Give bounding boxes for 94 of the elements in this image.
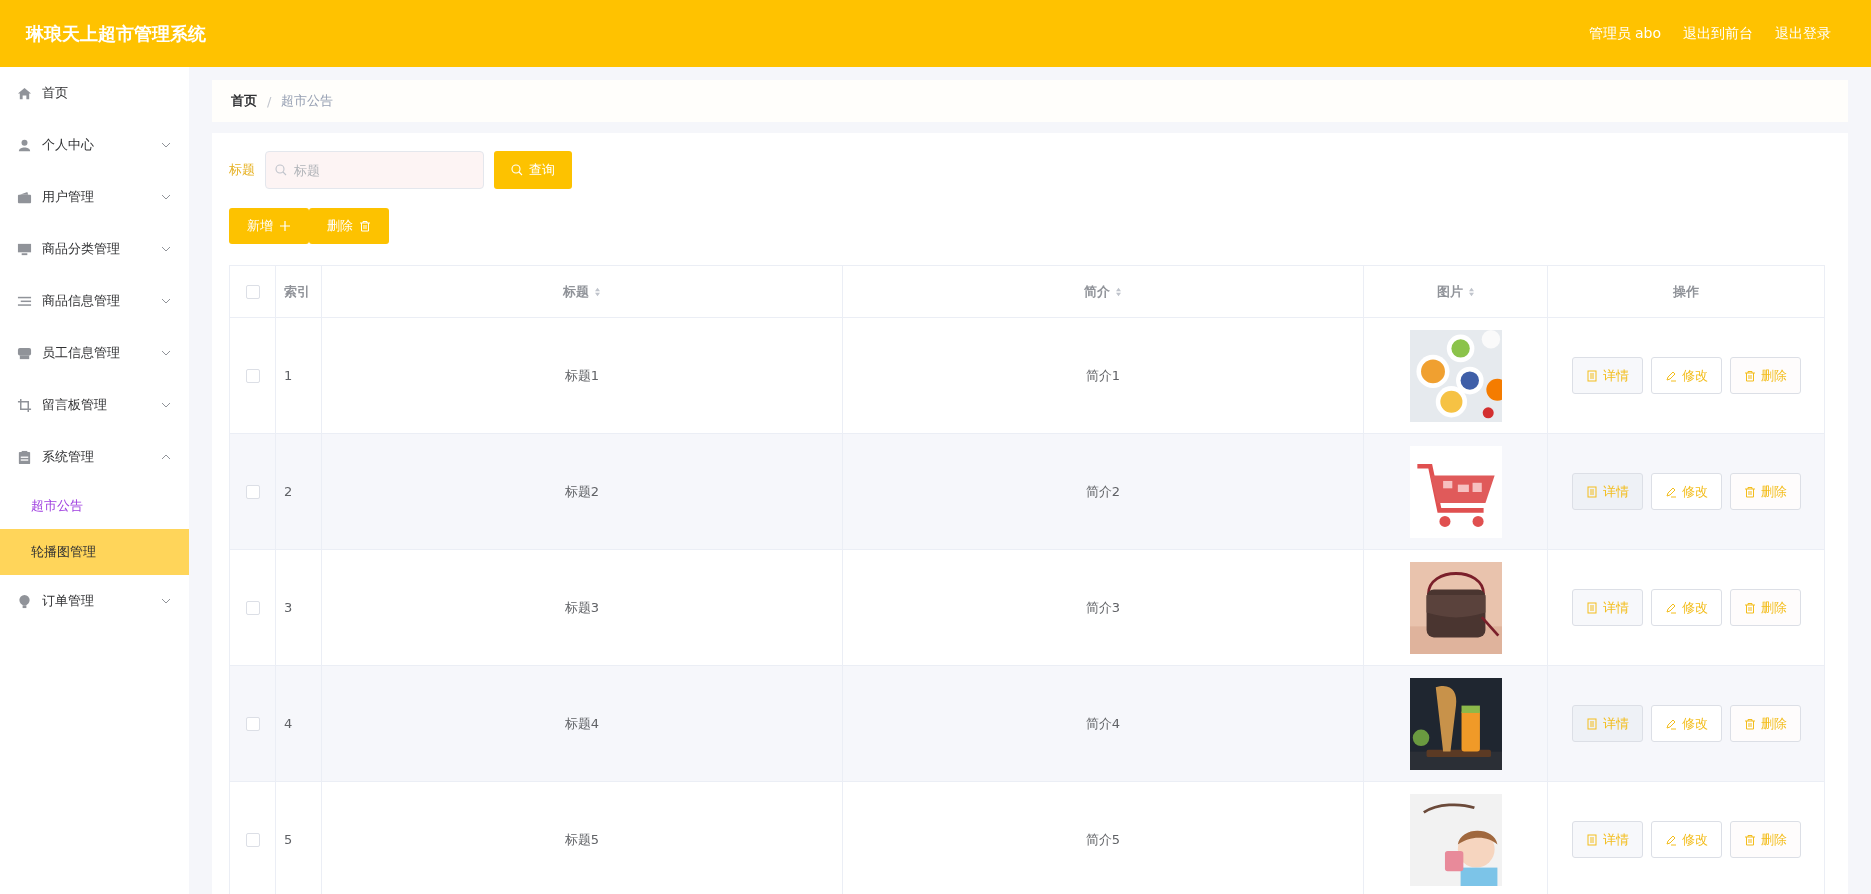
row-checkbox[interactable]: [245, 833, 260, 848]
table-cell: 标题2: [564, 483, 600, 499]
menu-item[interactable]: 员工信息管理: [0, 327, 189, 379]
trash-icon: [359, 220, 371, 232]
breadcrumb-separator: /: [267, 93, 272, 109]
menu-item[interactable]: 用户管理: [0, 171, 189, 223]
table-cell: 简介1: [1085, 367, 1121, 383]
column-header[interactable]: 图片: [1436, 282, 1475, 301]
sort-icon: [1115, 286, 1122, 297]
menu-item[interactable]: 系统管理: [0, 431, 189, 483]
details-button[interactable]: 详情: [1571, 705, 1643, 742]
breadcrumb-item: 超市公告: [281, 92, 334, 110]
table-cell: 标题5: [564, 831, 600, 847]
delete-button[interactable]: 删除: [1729, 705, 1801, 742]
trash-icon: [1743, 485, 1756, 498]
document-icon: [1585, 833, 1598, 846]
pencil-icon: [1664, 485, 1677, 498]
delete-button[interactable]: 删除: [1729, 473, 1801, 510]
menu-item[interactable]: 首页: [0, 67, 189, 119]
table-cell: 标题4: [564, 715, 600, 731]
add-button[interactable]: 新增: [229, 208, 309, 244]
details-button[interactable]: 详情: [1571, 589, 1643, 626]
pencil-icon: [1664, 717, 1677, 730]
submenu-item[interactable]: 超市公告: [0, 483, 189, 529]
wallet-icon: [17, 189, 32, 205]
column-header[interactable]: 标题: [563, 282, 601, 301]
app-title: 琳琅天上超市管理系统: [26, 21, 206, 46]
menu-item[interactable]: 个人中心: [0, 119, 189, 171]
submenu-item[interactable]: 轮播图管理: [0, 529, 189, 575]
table-cell: 简介4: [1085, 715, 1121, 731]
delete-button[interactable]: 删除: [1729, 821, 1801, 858]
edit-button[interactable]: 修改: [1650, 821, 1722, 858]
document-icon: [1585, 717, 1598, 730]
table-cell: 标题1: [564, 367, 600, 383]
delete-button[interactable]: 删除: [1729, 357, 1801, 394]
clipboard-icon: [17, 449, 32, 465]
edit-button[interactable]: 修改: [1650, 357, 1722, 394]
crop-icon: [17, 397, 32, 413]
pencil-icon: [1664, 369, 1677, 382]
header-link[interactable]: 退出登录: [1775, 24, 1831, 43]
document-icon: [1585, 369, 1598, 382]
home-icon: [17, 85, 32, 101]
column-header: 索引: [284, 282, 310, 301]
delete-button[interactable]: 删除: [1729, 589, 1801, 626]
table-cell: 2: [284, 484, 293, 499]
details-button[interactable]: 详情: [1571, 821, 1643, 858]
pencil-icon: [1664, 601, 1677, 614]
details-button[interactable]: 详情: [1571, 357, 1643, 394]
table-cell: 1: [284, 368, 293, 383]
column-header[interactable]: 简介: [1084, 282, 1122, 301]
shop-icon: [17, 345, 32, 361]
table-cell: 5: [284, 832, 293, 847]
table-cell: 标题3: [564, 599, 600, 615]
plus-icon: [279, 220, 291, 232]
search-field[interactable]: 标题: [265, 151, 484, 189]
details-button[interactable]: 详情: [1571, 473, 1643, 510]
document-icon: [1585, 485, 1598, 498]
sort-icon: [1467, 286, 1475, 297]
row-checkbox[interactable]: [245, 601, 260, 616]
edit-button[interactable]: 修改: [1650, 473, 1722, 510]
menu-item[interactable]: 商品分类管理: [0, 223, 189, 275]
search-button[interactable]: 查询: [494, 151, 572, 189]
table-cell: 4: [284, 716, 293, 731]
trash-icon: [1743, 833, 1756, 846]
menu-item[interactable]: 留言板管理: [0, 379, 189, 431]
table-cell: 3: [284, 600, 293, 615]
edit-button[interactable]: 修改: [1650, 705, 1722, 742]
table-cell: 简介2: [1085, 483, 1121, 499]
trash-icon: [1743, 717, 1756, 730]
person-icon: [17, 137, 32, 153]
trash-icon: [1743, 369, 1756, 382]
trash-icon: [1743, 601, 1756, 614]
breadcrumb-item[interactable]: 首页: [231, 92, 257, 110]
edit-button[interactable]: 修改: [1650, 589, 1722, 626]
column-header: 操作: [1673, 282, 1699, 301]
pencil-icon: [1664, 833, 1677, 846]
row-checkbox[interactable]: [245, 717, 260, 732]
sort-icon: [594, 286, 601, 297]
document-icon: [1585, 601, 1598, 614]
bulb-icon: [17, 593, 32, 609]
select-all-checkbox[interactable]: [245, 285, 260, 300]
row-checkbox[interactable]: [245, 485, 260, 500]
monitor-icon: [17, 241, 32, 257]
table-cell: 简介5: [1085, 831, 1121, 847]
table-cell: 简介3: [1085, 599, 1121, 615]
search-icon: [511, 164, 523, 176]
search-label: 标题: [229, 161, 255, 179]
delete-button[interactable]: 删除: [309, 208, 389, 244]
menu-item[interactable]: 商品信息管理: [0, 275, 189, 327]
search-icon: [275, 164, 287, 176]
header-link[interactable]: 退出到前台: [1683, 24, 1753, 43]
menu-item[interactable]: 订单管理: [0, 575, 189, 627]
row-checkbox[interactable]: [245, 369, 260, 384]
header-link[interactable]: 管理员 abo: [1588, 24, 1661, 43]
